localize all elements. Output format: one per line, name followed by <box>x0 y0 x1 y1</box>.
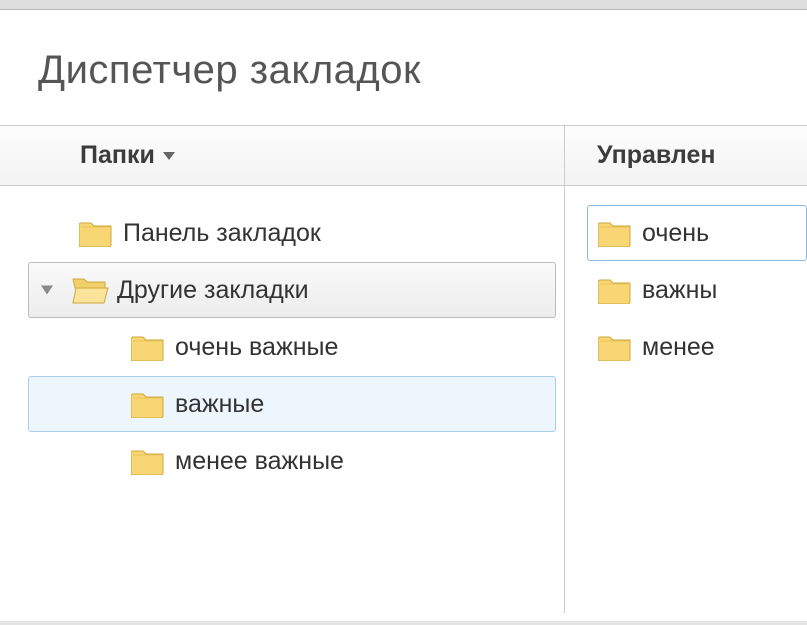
list-item-label: важны <box>642 276 717 305</box>
folder-icon <box>79 219 113 247</box>
expander-icon[interactable] <box>41 286 53 295</box>
manage-menu[interactable]: Управлен <box>565 126 807 185</box>
chevron-down-icon <box>163 152 175 160</box>
folders-menu-label: Папки <box>80 141 155 170</box>
toolbar: Папки Управлен <box>0 126 807 186</box>
folder-icon <box>598 276 632 304</box>
tree-item-very-important[interactable]: очень важные <box>28 319 556 375</box>
tree-item-label: очень важные <box>175 333 338 362</box>
list-item[interactable]: очень <box>587 205 807 261</box>
folder-icon <box>131 390 165 418</box>
folder-icon <box>598 219 632 247</box>
folder-list: очень важны менее <box>565 186 807 613</box>
tree-item-important[interactable]: важные <box>28 376 556 432</box>
tree-item-label: Панель закладок <box>123 219 321 248</box>
folder-icon <box>131 447 165 475</box>
page-title: Диспетчер закладок <box>0 10 807 125</box>
list-item-label: менее <box>642 333 715 362</box>
tree-item-less-important[interactable]: менее важные <box>28 433 556 489</box>
manage-menu-label: Управлен <box>597 141 715 170</box>
tree-item-label: менее важные <box>175 447 344 476</box>
tree-item-other-bookmarks[interactable]: Другие закладки <box>28 262 556 318</box>
body-area: Панель закладок Другие закладки очень ва… <box>0 186 807 613</box>
folder-icon <box>131 333 165 361</box>
tree-item-label: Другие закладки <box>117 276 309 305</box>
tree-item-bookmarks-bar[interactable]: Панель закладок <box>28 205 556 261</box>
list-item-label: очень <box>642 219 709 248</box>
tree-item-label: важные <box>175 390 264 419</box>
folder-tree: Панель закладок Другие закладки очень ва… <box>0 186 565 613</box>
window-topbar <box>0 0 807 10</box>
folder-open-icon <box>71 275 109 305</box>
folder-icon <box>598 333 632 361</box>
folders-menu[interactable]: Папки <box>0 126 565 185</box>
list-item[interactable]: менее <box>587 319 807 375</box>
list-item[interactable]: важны <box>587 262 807 318</box>
